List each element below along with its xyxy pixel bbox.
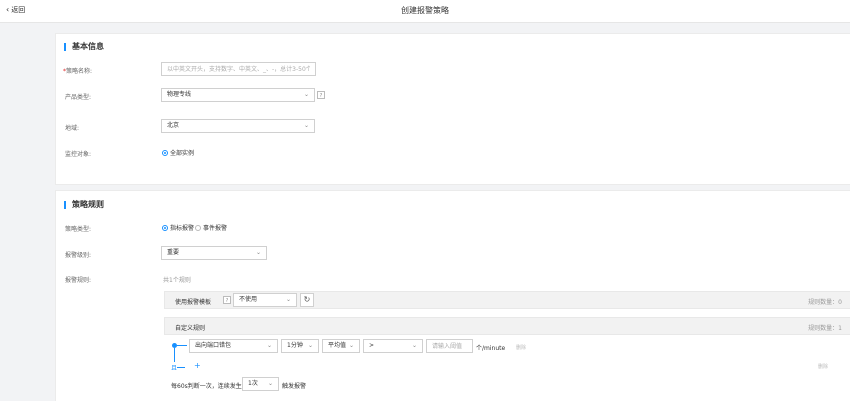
radio-checked-icon — [162, 224, 168, 231]
tree-connector — [174, 348, 175, 362]
policy-type-event-label: 事件报警 — [203, 225, 228, 232]
region-label: 地域: — [65, 125, 80, 132]
add-condition-icon[interactable]: + — [194, 361, 201, 370]
freq-value: 1次 — [248, 380, 258, 387]
top-bar: ‹ 返回 创建报警策略 — [0, 0, 850, 23]
period-select[interactable]: 1分钟 ⌄ — [281, 339, 319, 353]
custom-rule-count: 规则数量：1 — [808, 325, 842, 332]
freq-suffix: 触发报警 — [282, 383, 307, 390]
help-icon[interactable]: ? — [223, 296, 231, 304]
policy-name-label-text: 策略名称: — [66, 68, 93, 75]
product-type-value: 物理专线 — [167, 91, 192, 98]
chevron-down-icon: ⌄ — [307, 342, 313, 349]
radio-unchecked-icon — [195, 224, 201, 231]
unit-label: 个/minute — [476, 345, 506, 352]
template-select[interactable]: 不使用 ⌄ — [233, 293, 297, 307]
chevron-down-icon: ⌄ — [348, 342, 354, 349]
chevron-down-icon: ⌄ — [267, 380, 273, 387]
template-rule-count: 规则数量：0 — [808, 299, 842, 306]
product-type-select[interactable]: 物理专线 ⌄ — [161, 88, 315, 102]
chevron-down-icon: ⌄ — [303, 122, 309, 129]
alarm-rule-label: 报警规则: — [65, 277, 92, 284]
freq-select[interactable]: 1次 ⌄ — [242, 377, 279, 391]
metric-value: 出向端口错包 — [195, 342, 232, 349]
region-value: 北京 — [167, 122, 180, 129]
operator-value: > — [369, 342, 375, 349]
template-bar: 使用报警模板 ? 不使用 ⌄ ↻ 规则数量：0 — [164, 291, 850, 309]
and-label: 且 — [171, 365, 178, 372]
chevron-down-icon: ⌄ — [303, 91, 309, 98]
policy-name-input[interactable] — [161, 62, 316, 76]
custom-rules-title: 自定义规则 — [175, 325, 206, 332]
alarm-level-label: 报警级别: — [65, 252, 92, 259]
metric-select[interactable]: 出向端口错包 ⌄ — [189, 339, 278, 353]
refresh-icon: ↻ — [303, 295, 311, 304]
radio-checked-icon — [162, 149, 168, 156]
policy-rules-title: 策略规则 — [64, 201, 104, 209]
policy-name-label: *策略名称: — [63, 66, 92, 75]
alarm-level-value: 重要 — [167, 249, 180, 256]
basic-info-title: 基本信息 — [64, 43, 104, 51]
policy-rules-card: 策略规则 策略类型: 指标报警 事件报警 报警级别: 重要 ⌄ 报警规则: 共1… — [55, 190, 850, 401]
policy-type-metric-radio[interactable]: 指标报警 — [162, 223, 194, 232]
condition-delete-link[interactable]: 删除 — [516, 344, 526, 351]
tree-connector — [177, 367, 185, 368]
chevron-down-icon: ⌄ — [411, 342, 417, 349]
stat-value: 平均值 — [328, 342, 347, 349]
threshold-input[interactable] — [426, 339, 473, 353]
page-title: 创建报警策略 — [401, 6, 449, 15]
template-value: 不使用 — [239, 296, 258, 303]
refresh-button[interactable]: ↻ — [300, 293, 314, 307]
chevron-down-icon: ⌄ — [266, 342, 272, 349]
stat-select[interactable]: 平均值 ⌄ — [322, 339, 360, 353]
chevron-down-icon: ⌄ — [255, 249, 261, 256]
period-value: 1分钟 — [287, 342, 303, 349]
chevron-down-icon: ⌄ — [285, 296, 291, 303]
template-label: 使用报警模板 — [175, 299, 212, 306]
monitor-target-all-radio[interactable]: 全部实例 — [162, 148, 194, 157]
freq-prefix: 每60s判断一次，连续发生 — [171, 383, 242, 390]
operator-select[interactable]: > ⌄ — [363, 339, 423, 353]
alarm-level-select[interactable]: 重要 ⌄ — [161, 246, 267, 260]
policy-type-metric-label: 指标报警 — [170, 225, 195, 232]
basic-info-card: 基本信息 *策略名称: 产品类型: 物理专线 ⌄ ? 地域: 北京 ⌄ 监控对象… — [55, 33, 850, 185]
policy-type-label: 策略类型: — [65, 226, 92, 233]
custom-rules-header: 自定义规则 规则数量：1 — [164, 317, 850, 335]
product-type-label: 产品类型: — [65, 94, 92, 101]
rule-count-text: 共1个规则 — [163, 277, 191, 284]
policy-type-event-radio[interactable]: 事件报警 — [195, 223, 227, 232]
monitor-target-label: 监控对象: — [65, 151, 92, 158]
monitor-target-all-label: 全部实例 — [170, 150, 195, 157]
region-select[interactable]: 北京 ⌄ — [161, 119, 315, 133]
delete-link[interactable]: 删除 — [818, 363, 828, 370]
tree-connector — [177, 345, 187, 346]
help-icon[interactable]: ? — [317, 91, 325, 99]
